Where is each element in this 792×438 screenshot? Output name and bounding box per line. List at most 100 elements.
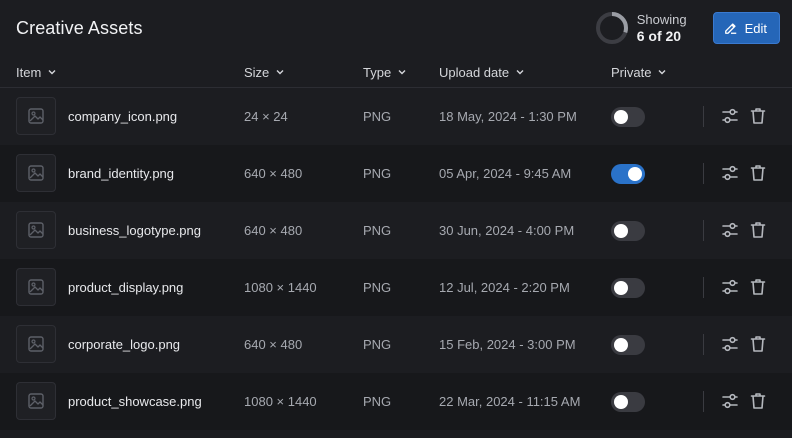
asset-upload-date: 05 Apr, 2024 - 9:45 AM: [439, 166, 572, 181]
sliders-icon: [722, 165, 738, 181]
toggle-knob: [614, 281, 628, 295]
pencil-icon: [724, 23, 736, 34]
chevron-down-icon: [658, 70, 666, 75]
header-actions: Showing 6 of 20 Edit: [595, 11, 780, 45]
image-thumbnail: [16, 382, 56, 420]
adjust-button[interactable]: [720, 334, 740, 354]
image-thumbnail: [16, 97, 56, 135]
sliders-icon: [722, 393, 738, 409]
private-toggle[interactable]: [611, 221, 645, 241]
asset-size: 640 × 480: [244, 223, 303, 238]
asset-type: PNG: [363, 394, 392, 409]
image-thumbnail: [16, 268, 56, 306]
edit-button[interactable]: Edit: [712, 12, 780, 44]
trash-icon: [750, 108, 766, 124]
adjust-button[interactable]: [720, 391, 740, 411]
progress-value: 6 of 20: [636, 28, 682, 44]
asset-size: 1080 × 1440: [244, 394, 317, 409]
asset-table-body: company_icon.png 24 × 24 PNG 18 May, 202…: [0, 88, 792, 430]
sliders-icon: [722, 222, 738, 238]
column-header-private[interactable]: Private: [611, 56, 667, 88]
private-toggle[interactable]: [611, 278, 645, 298]
table-row: business_logotype.png 640 × 480 PNG 30 J…: [0, 202, 792, 259]
asset-type: PNG: [363, 337, 392, 352]
sliders-icon: [722, 108, 738, 124]
private-toggle[interactable]: [611, 107, 645, 127]
column-label: Size: [244, 64, 270, 80]
asset-size: 1080 × 1440: [244, 280, 317, 295]
column-header-type[interactable]: Type: [363, 56, 407, 88]
asset-upload-date: 12 Jul, 2024 - 2:20 PM: [439, 280, 570, 295]
asset-size: 640 × 480: [244, 337, 303, 352]
adjust-button[interactable]: [720, 220, 740, 240]
trash-icon: [750, 393, 766, 409]
sliders-icon: [722, 336, 738, 352]
trash-icon: [750, 165, 766, 181]
adjust-button[interactable]: [720, 163, 740, 183]
private-toggle[interactable]: [611, 392, 645, 412]
toggle-knob: [614, 395, 628, 409]
column-label: Private: [611, 64, 652, 80]
asset-type: PNG: [363, 166, 392, 181]
adjust-button[interactable]: [720, 277, 740, 297]
asset-name: product_showcase.png: [68, 394, 202, 409]
table-row: corporate_logo.png 640 × 480 PNG 15 Feb,…: [0, 316, 792, 373]
action-divider: [703, 391, 704, 412]
toggle-knob: [628, 167, 642, 181]
private-toggle[interactable]: [611, 164, 645, 184]
toggle-knob: [614, 224, 628, 238]
page-header: Creative Assets Showing 6 of 20 Edit: [0, 0, 792, 56]
delete-button[interactable]: [748, 277, 768, 297]
action-divider: [703, 220, 704, 241]
chevron-down-icon: [48, 70, 56, 75]
action-divider: [703, 277, 704, 298]
private-toggle[interactable]: [611, 335, 645, 355]
column-header-size[interactable]: Size: [244, 56, 285, 88]
column-label: Type: [363, 64, 392, 80]
trash-icon: [750, 336, 766, 352]
column-header-item[interactable]: Item: [16, 56, 57, 88]
table-row: product_display.png 1080 × 1440 PNG 12 J…: [0, 259, 792, 316]
table-row: brand_identity.png 640 × 480 PNG 05 Apr,…: [0, 145, 792, 202]
asset-type: PNG: [363, 280, 392, 295]
chevron-down-icon: [516, 70, 524, 75]
table-row: company_icon.png 24 × 24 PNG 18 May, 202…: [0, 88, 792, 145]
adjust-button[interactable]: [720, 106, 740, 126]
trash-icon: [750, 279, 766, 295]
delete-button[interactable]: [748, 220, 768, 240]
trash-icon: [750, 222, 766, 238]
asset-name: corporate_logo.png: [68, 337, 181, 352]
chevron-down-icon: [276, 70, 284, 75]
asset-name: brand_identity.png: [68, 166, 175, 181]
image-thumbnail: [16, 154, 56, 192]
sliders-icon: [722, 279, 738, 295]
delete-button[interactable]: [748, 106, 768, 126]
image-placeholder-icon: [28, 336, 44, 352]
asset-type: PNG: [363, 109, 392, 124]
asset-name: product_display.png: [68, 280, 184, 295]
asset-upload-date: 15 Feb, 2024 - 3:00 PM: [439, 337, 576, 352]
edit-button-label: Edit: [744, 20, 767, 36]
page-title: Creative Assets: [16, 17, 143, 38]
progress-label: Showing: [636, 12, 687, 27]
table-row: product_showcase.png 1080 × 1440 PNG 22 …: [0, 373, 792, 430]
image-thumbnail: [16, 211, 56, 249]
asset-upload-date: 22 Mar, 2024 - 11:15 AM: [439, 394, 581, 409]
progress-indicator: Showing 6 of 20: [595, 11, 687, 45]
asset-size: 640 × 480: [244, 166, 303, 181]
image-placeholder-icon: [28, 279, 44, 295]
asset-upload-date: 30 Jun, 2024 - 4:00 PM: [439, 223, 575, 238]
asset-upload-date: 18 May, 2024 - 1:30 PM: [439, 109, 577, 124]
progress-ring-icon: [595, 12, 628, 44]
column-header-upload-date[interactable]: Upload date: [439, 56, 525, 88]
column-label: Item: [16, 64, 42, 80]
delete-button[interactable]: [748, 163, 768, 183]
image-placeholder-icon: [28, 108, 44, 124]
delete-button[interactable]: [748, 391, 768, 411]
column-label: Upload date: [439, 64, 510, 80]
delete-button[interactable]: [748, 334, 768, 354]
image-placeholder-icon: [28, 165, 44, 181]
action-divider: [703, 334, 704, 355]
asset-name: company_icon.png: [68, 109, 178, 124]
image-placeholder-icon: [28, 222, 44, 238]
